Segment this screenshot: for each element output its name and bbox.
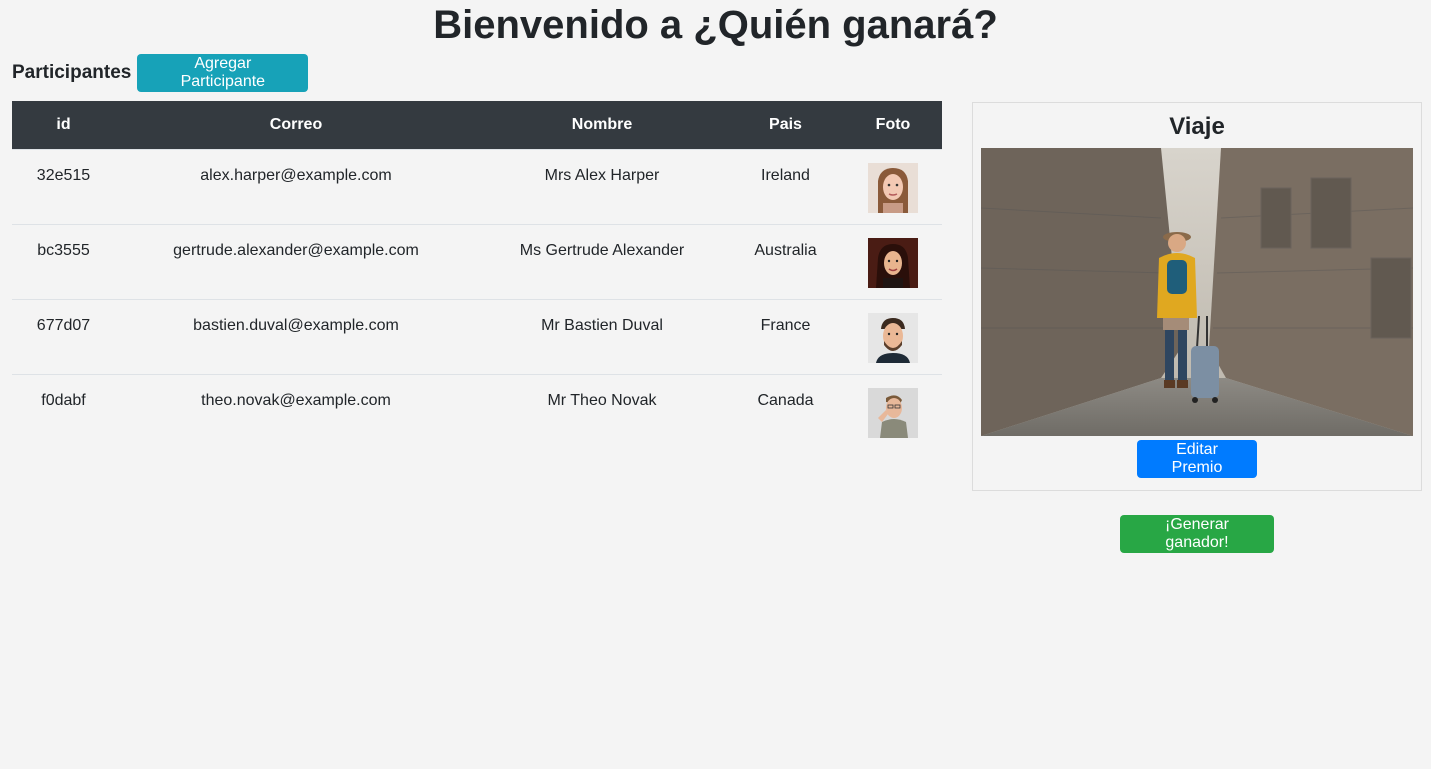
participants-label: Participantes [12,62,132,83]
cell-name: Mr Theo Novak [477,374,727,450]
cell-id: 677d07 [12,299,115,375]
add-participant-button[interactable]: Agregar Participante [137,54,309,92]
table-row[interactable]: 677d07 bastien.duval@example.com Mr Bast… [12,299,942,375]
avatar [868,238,918,288]
cell-country: Canada [727,374,844,450]
cell-email: alex.harper@example.com [115,149,477,225]
cell-photo [844,149,942,225]
column-header-email[interactable]: Correo [115,101,477,150]
cell-photo [844,374,942,450]
avatar [868,163,918,213]
page-title: Bienvenido a ¿Quién ganará? [433,3,998,47]
cell-id: 32e515 [12,149,115,225]
cell-name: Ms Gertrude Alexander [477,224,727,300]
avatar [868,388,918,438]
cell-country: France [727,299,844,375]
cell-id: bc3555 [12,224,115,300]
prize-card: Viaje Editar Premio [972,102,1422,491]
cell-photo [844,299,942,375]
cell-name: Mrs Alex Harper [477,149,727,225]
cell-country: Ireland [727,149,844,225]
table-row[interactable]: 32e515 alex.harper@example.com Mrs Alex … [12,149,942,225]
avatar [868,313,918,363]
prize-title: Viaje [1169,113,1225,140]
column-header-id[interactable]: id [12,101,115,150]
cell-email: theo.novak@example.com [115,374,477,450]
participants-table: id Correo Nombre Pais Foto 32e515 alex.h… [12,101,942,450]
cell-photo [844,224,942,300]
table-header-row: id Correo Nombre Pais Foto [12,101,942,150]
edit-prize-button[interactable]: Editar Premio [1137,440,1257,478]
table-row[interactable]: bc3555 gertrude.alexander@example.com Ms… [12,224,942,300]
column-header-name[interactable]: Nombre [477,101,727,150]
cell-email: gertrude.alexander@example.com [115,224,477,300]
column-header-photo[interactable]: Foto [844,101,942,150]
cell-name: Mr Bastien Duval [477,299,727,375]
cell-id: f0dabf [12,374,115,450]
participants-header: Participantes Agregar Participante [12,54,309,92]
cell-country: Australia [727,224,844,300]
column-header-country[interactable]: Pais [727,101,844,150]
generate-winner-button[interactable]: ¡Generar ganador! [1120,515,1274,553]
prize-image [981,148,1413,436]
table-row[interactable]: f0dabf theo.novak@example.com Mr Theo No… [12,374,942,450]
cell-email: bastien.duval@example.com [115,299,477,375]
